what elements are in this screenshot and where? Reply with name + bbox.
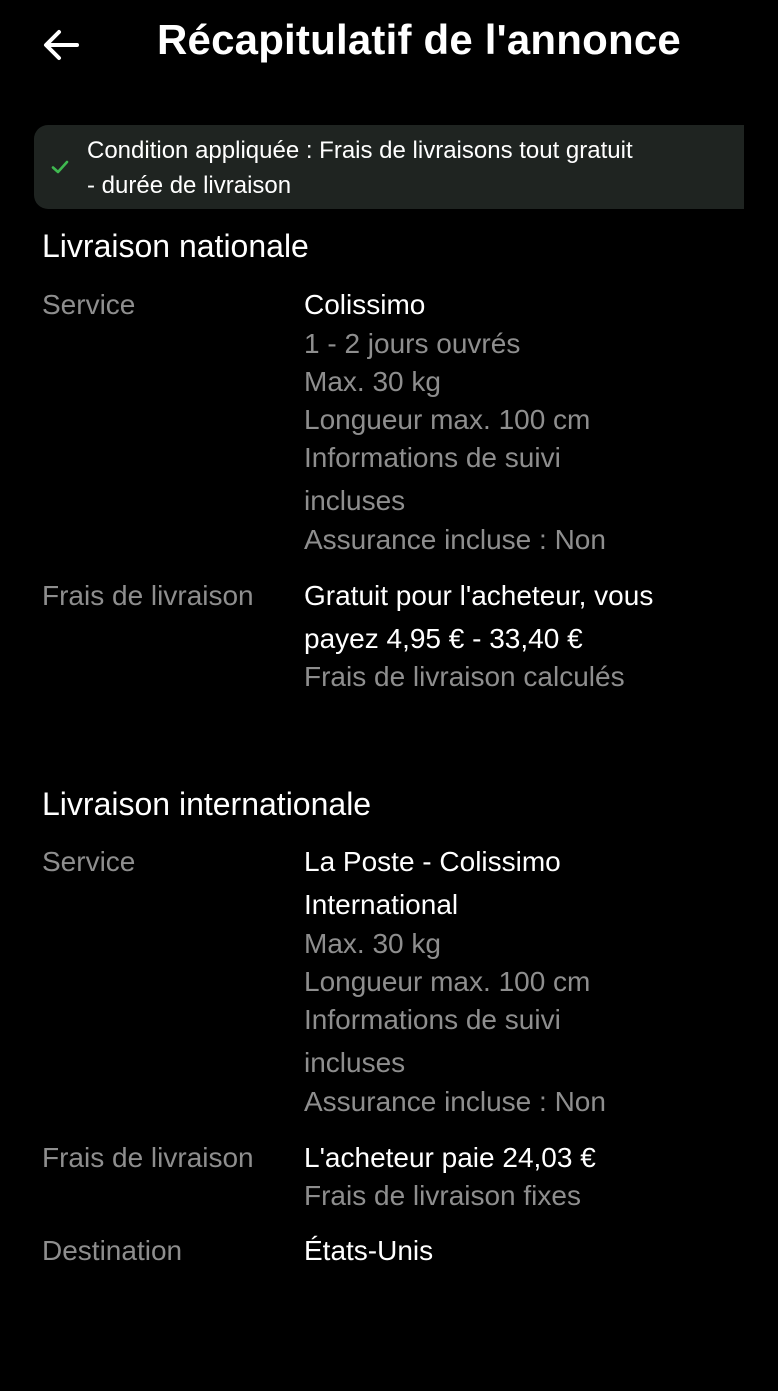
national-service-detail: Informations de suivi <box>304 442 561 473</box>
check-icon <box>51 160 69 174</box>
national-service-detail: Assurance incluse : Non <box>304 524 606 555</box>
national-fees-note: Frais de livraison calculés <box>304 661 625 692</box>
condition-line-1: Condition appliquée : Frais de livraison… <box>87 137 633 164</box>
national-service-detail: Max. 30 kg <box>304 366 441 397</box>
international-service-detail: Longueur max. 100 cm <box>304 966 591 997</box>
international-service-name: International <box>304 889 459 920</box>
international-fees-note: Frais de livraison fixes <box>304 1180 581 1211</box>
national-fees-value: Gratuit pour l'acheteur, vous <box>304 580 654 611</box>
international-service-detail: Informations de suivi <box>304 1004 561 1035</box>
international-service-label: Service <box>42 846 136 877</box>
condition-banner: Condition appliquée : Frais de livraison… <box>34 125 744 209</box>
international-fees-label: Frais de livraison <box>42 1142 254 1173</box>
destination-value: États-Unis <box>304 1235 434 1266</box>
national-service-detail: Longueur max. 100 cm <box>304 404 591 435</box>
national-fees-value: payez 4,95 € - 33,40 € <box>304 623 583 654</box>
international-service-detail: Max. 30 kg <box>304 928 441 959</box>
national-service-label: Service <box>42 289 136 320</box>
international-service-detail: Assurance incluse : Non <box>304 1086 606 1117</box>
section-title-national: Livraison nationale <box>42 228 309 264</box>
back-button[interactable] <box>36 20 86 70</box>
page-title: Récapitulatif de l'annonce <box>157 16 681 63</box>
international-fees-value: L'acheteur paie 24,03 € <box>304 1142 596 1173</box>
condition-line-2: - durée de livraison <box>87 172 292 199</box>
international-service-detail: incluses <box>304 1047 406 1078</box>
section-title-international: Livraison internationale <box>42 786 372 822</box>
destination-label: Destination <box>42 1235 183 1266</box>
condition-text: Condition appliquée : Frais de livraison… <box>87 133 737 203</box>
arrow-left-icon <box>44 30 79 60</box>
national-service-detail: 1 - 2 jours ouvrés <box>304 328 521 359</box>
app-header: Récapitulatif de l'annonce <box>0 0 778 90</box>
national-service-detail: incluses <box>304 485 406 516</box>
national-service-name: Colissimo <box>304 289 426 320</box>
national-fees-label: Frais de livraison <box>42 580 254 611</box>
international-service-name: La Poste - Colissimo <box>304 846 561 877</box>
